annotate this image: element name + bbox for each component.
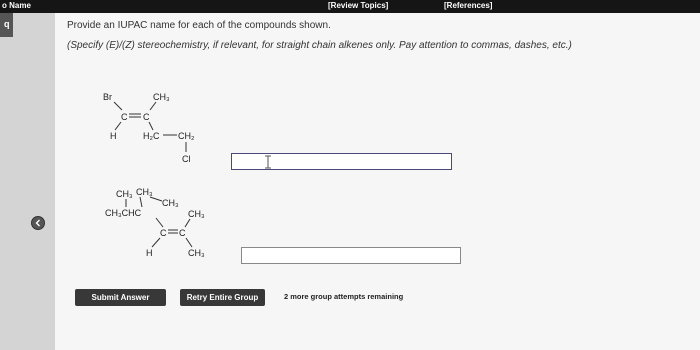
question-instructions: (Specify (E)/(Z) stereochemistry, if rel… (67, 40, 572, 51)
compound-1-c-right: C (143, 112, 150, 122)
question-prompt: Provide an IUPAC name for each of the co… (67, 20, 331, 31)
compound-2-c-left: C (160, 228, 167, 238)
question-tab-label: q (4, 19, 10, 29)
compound-1-c-left: C (121, 112, 128, 122)
text-cursor-icon (265, 155, 271, 169)
compound-2-ch3chc: CH₃CHC (105, 208, 142, 218)
compound-2-ch3-a: CH₃ (116, 189, 133, 199)
compound-1-ch2: CH₂ (178, 131, 195, 141)
compound-2-ch3-bottom: CH₃ (188, 248, 205, 258)
name-label: o Name (2, 1, 31, 10)
compound-1-br: Br (103, 92, 112, 102)
chevron-left-icon (35, 219, 40, 227)
compound-1-ch3: CH₃ (153, 92, 170, 102)
retry-entire-group-button[interactable]: Retry Entire Group (180, 289, 265, 306)
left-sidebar (0, 13, 55, 350)
review-topics-link[interactable]: [Review Topics] (328, 1, 388, 10)
submit-answer-button[interactable]: Submit Answer (75, 289, 166, 306)
compound-2-ch3-b: CH₃ (136, 187, 153, 197)
compound-1-h2c: H₂C (143, 131, 160, 141)
references-link[interactable]: [References] (444, 1, 492, 10)
top-bar: o Name [Review Topics] [References] (0, 0, 700, 13)
compound-2-h: H (146, 248, 153, 258)
collapse-sidebar-button[interactable] (31, 216, 45, 230)
compound-2-c-right: C (179, 228, 186, 238)
compound-1-structure: Br CH₃ C C H H₂C CH₂ Cl (103, 92, 195, 164)
compound-2-structure: CH₃ CH₃ CH₃ CH₃CHC CH₃ C C H CH₃ (105, 187, 205, 258)
compound-2-ch3-right: CH₃ (188, 209, 205, 219)
compound-2-ch3-c: CH₃ (162, 198, 179, 208)
question-tab[interactable]: q (0, 13, 13, 37)
compound-1-cl: Cl (182, 154, 191, 164)
answer-2-input[interactable] (241, 247, 461, 264)
compound-1-h: H (110, 131, 117, 141)
attempts-remaining-text: 2 more group attempts remaining (284, 292, 404, 301)
